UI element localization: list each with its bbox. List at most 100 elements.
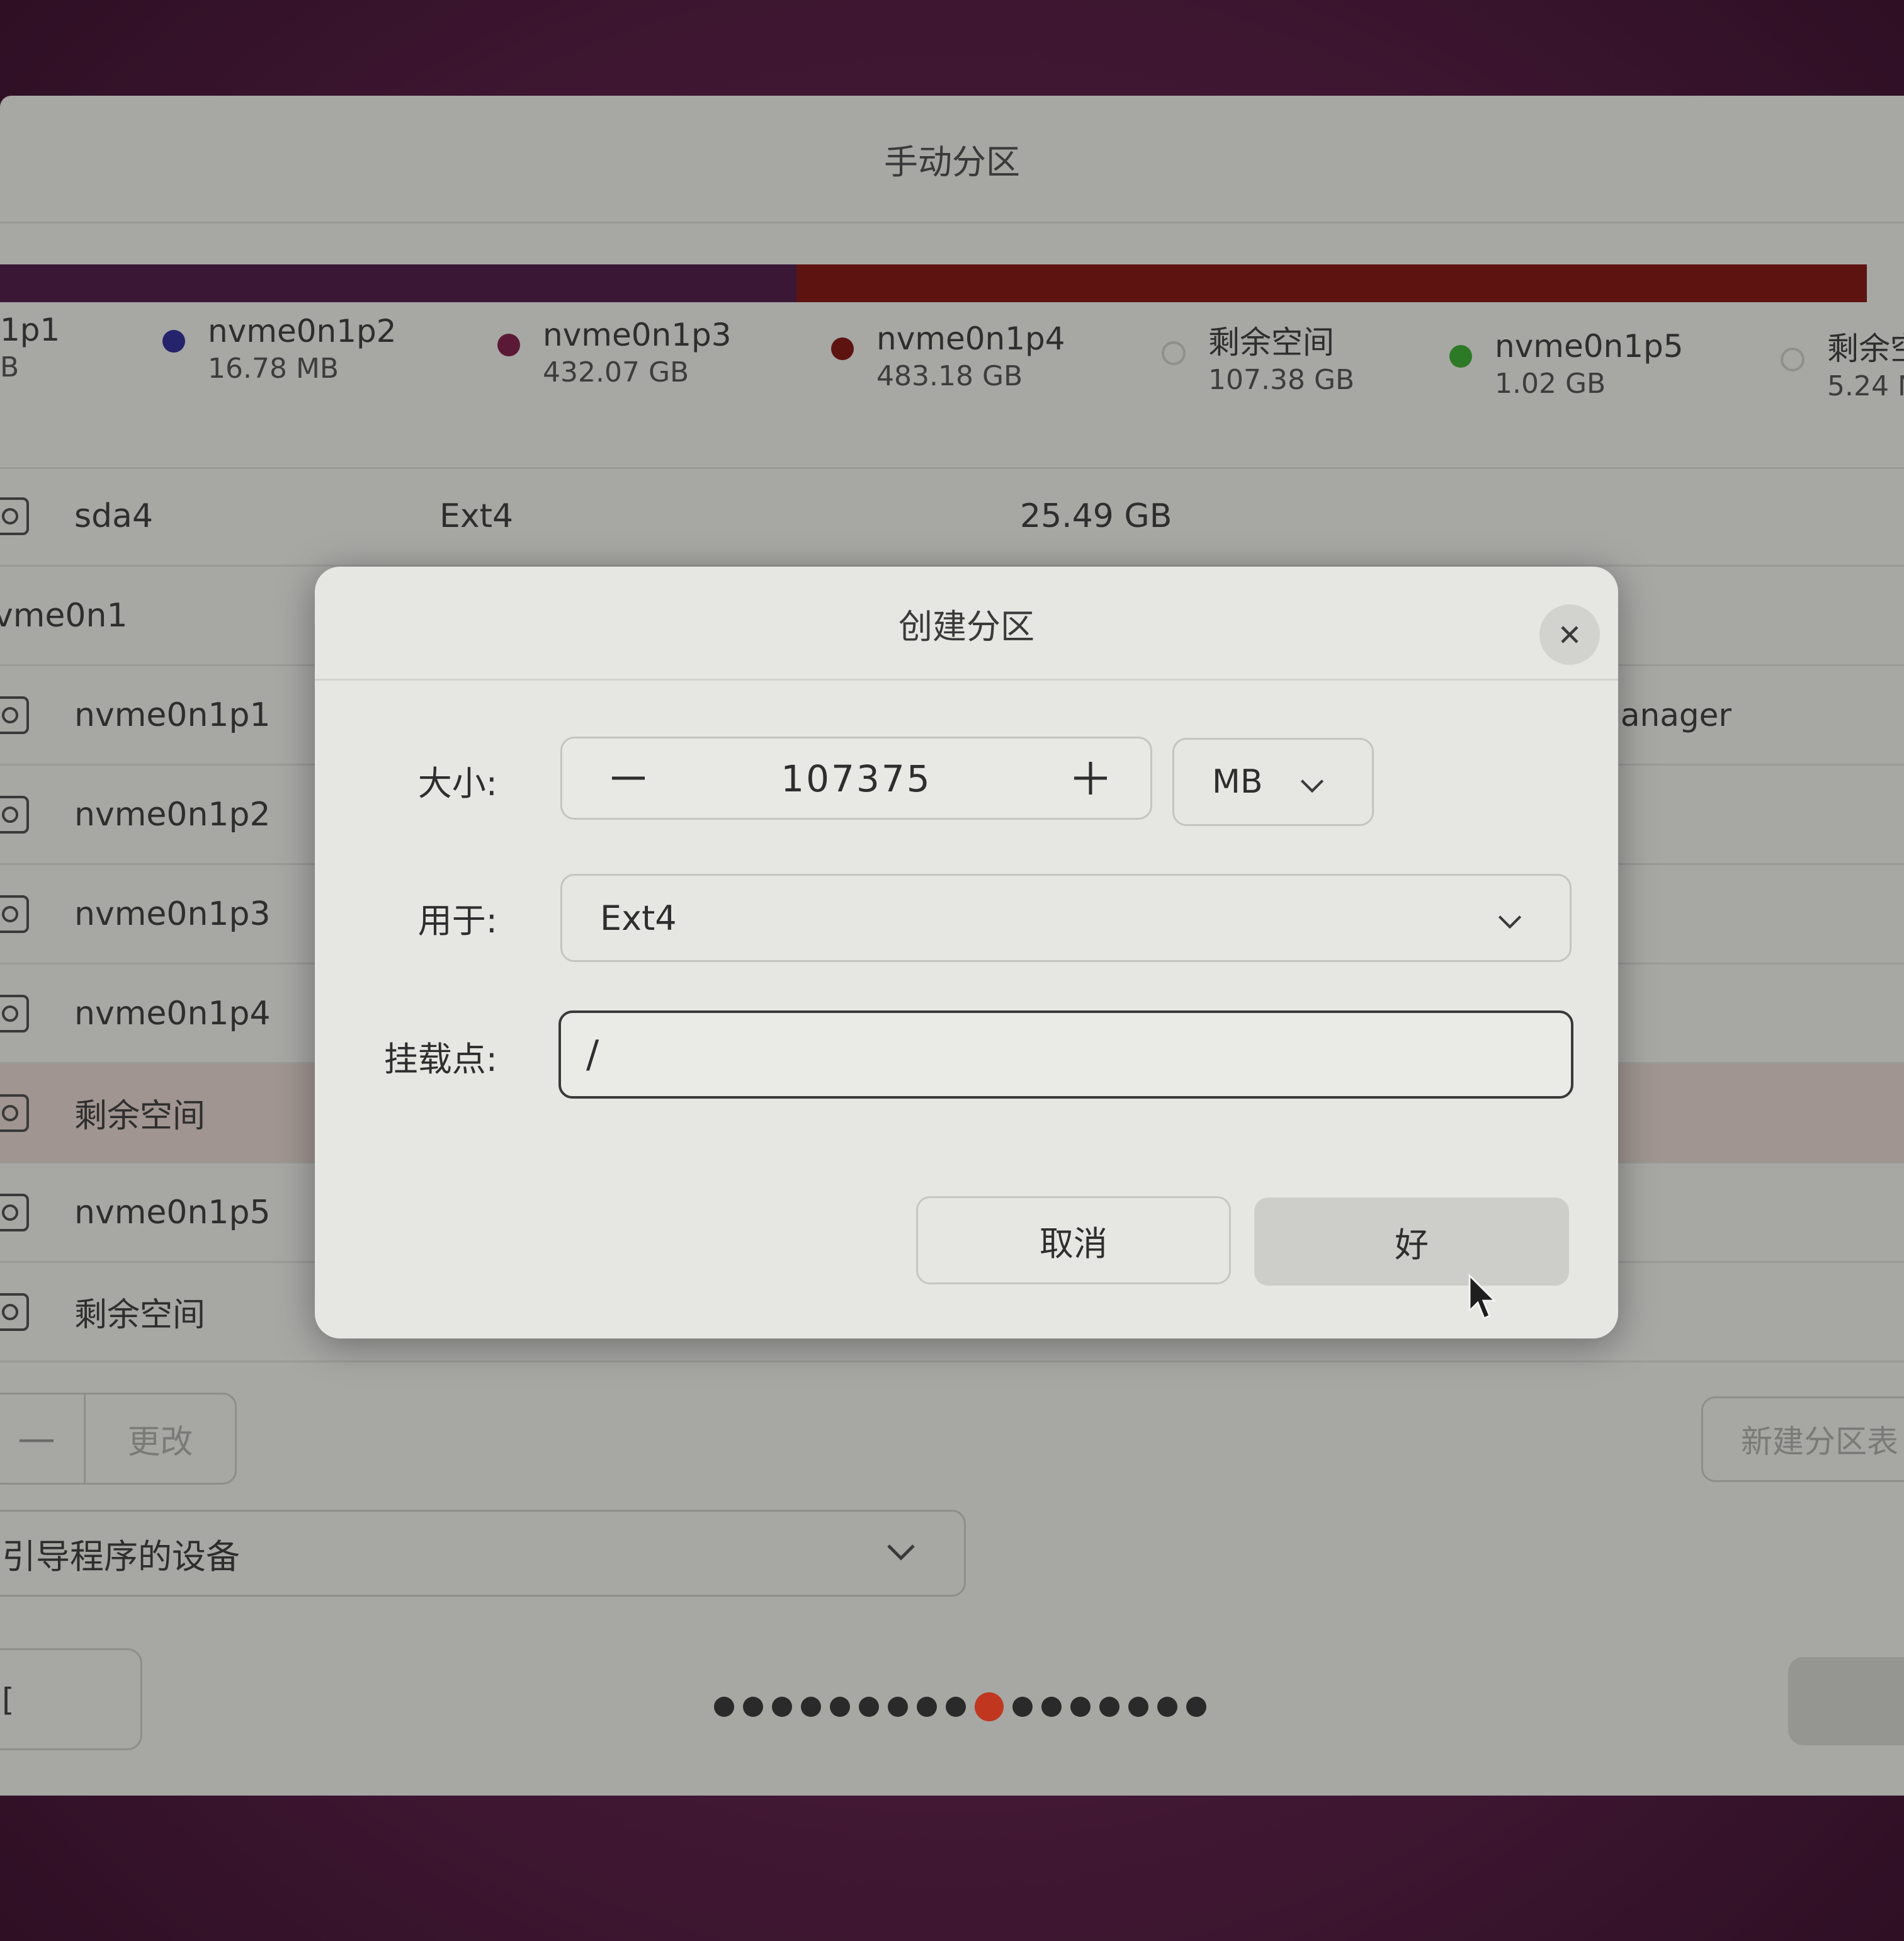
window-title: 手动分区 [884,142,1020,182]
disk-icon [0,795,29,834]
legend-dot [831,337,854,360]
partition-name: 剩余空间 [74,1097,206,1135]
chevron-down-icon [887,1544,915,1561]
usage-bar-segment-p4 [796,264,1867,302]
size-label: 大小: [417,764,497,803]
disk-icon [0,497,29,535]
progress-dot [888,1697,908,1717]
usage-bar-free-end [1867,264,1904,302]
progress-dot [801,1697,821,1717]
legend-name: nvme0n1p3 [543,317,732,353]
progress-dot [772,1697,792,1717]
remove-partition-button[interactable]: — [0,1395,86,1483]
legend-item: 剩余空 5.24 M [1781,329,1904,404]
legend-size: 16.78 MB [208,353,339,385]
mouse-cursor-icon [1468,1273,1497,1320]
back-button[interactable]: [ [0,1648,142,1750]
size-unit-value: MB [1212,763,1263,801]
legend-size: 432.07 GB [543,356,689,388]
progress-dot-active [975,1692,1004,1721]
chevron-down-icon [1498,915,1522,929]
boot-device-label: 引导程序的设备 [2,1536,240,1576]
legend-dot [1449,345,1472,368]
legend-item: nvme0n1p4 483.18 GB [831,319,1065,394]
progress-dot [1070,1697,1091,1717]
disk-icon [0,696,29,734]
boot-device-select[interactable]: 引导程序的设备 [0,1510,966,1597]
progress-dot [1041,1697,1062,1717]
partition-name: nvme0n1p5 [74,1193,271,1231]
disk-icon [0,895,29,933]
progress-dot [714,1697,734,1717]
use-as-label: 用于: [417,901,497,941]
partition-name: 剩余空间 [74,1296,206,1334]
partition-fs: Ext4 [439,497,514,535]
legend-dot-hollow [1162,341,1186,365]
close-button[interactable] [1539,604,1600,665]
legend-size: B [0,351,20,383]
progress-dot [830,1697,850,1717]
partition-action-group: — 更改 [0,1393,237,1485]
disk-icon [0,1094,29,1132]
partition-name: sda4 [74,497,154,535]
partition-name: nvme0n1p2 [74,795,271,834]
partition-size: 25.49 GB [1020,497,1172,535]
plus-icon [1074,762,1107,795]
mount-point-label: 挂载点: [383,1039,497,1079]
progress-dot [1012,1697,1033,1717]
device-name: vme0n1 [0,596,128,635]
legend-size: 1.02 GB [1495,368,1606,400]
progress-dot [1157,1697,1177,1717]
title-divider [0,222,1904,224]
size-stepper[interactable]: 107375 [560,737,1152,820]
create-partition-dialog: 创建分区 大小: 107375 MB 用于: Ext4 挂载点: / 取消 好 [315,567,1618,1338]
mount-point-input[interactable] [558,1010,1573,1099]
filesystem-value: Ext4 [600,898,677,938]
increase-button[interactable] [1062,750,1119,806]
dialog-title: 创建分区 [898,606,1034,647]
disk-icon [0,1193,29,1231]
progress-dots [714,1691,1206,1723]
ok-button[interactable]: 好 [1254,1197,1569,1286]
progress-dot [946,1697,966,1717]
dialog-divider [315,679,1618,681]
table-row[interactable]: sda4 Ext4 25.49 GB [0,467,1904,567]
partition-name: nvme0n1p3 [74,895,271,933]
legend-item: 1p1 B [0,310,60,385]
legend-name: nvme0n1p5 [1495,328,1684,365]
legend-item: 剩余空间 107.38 GB [1162,322,1354,398]
legend-size: 5.24 M [1827,370,1904,402]
disk-icon [0,994,29,1033]
partition-name: nvme0n1p4 [74,994,271,1033]
legend-name: 1p1 [0,312,60,348]
change-partition-button[interactable]: 更改 [86,1395,235,1483]
partition-extra: lanager [1612,696,1731,733]
legend-item: nvme0n1p3 432.07 GB [497,315,732,390]
partition-legend: 1p1 B nvme0n1p2 16.78 MB nvme0n1p3 432.0… [0,310,1904,436]
size-unit-select[interactable]: MB [1172,738,1374,826]
progress-dot [743,1697,763,1717]
legend-item: nvme0n1p5 1.02 GB [1449,326,1684,402]
legend-size: 107.38 GB [1208,364,1355,396]
legend-dot-hollow [1781,348,1805,371]
progress-dot [1186,1697,1206,1717]
legend-name: nvme0n1p4 [876,320,1065,357]
legend-name: nvme0n1p2 [208,313,397,349]
legend-dot [497,334,520,356]
next-button[interactable] [1788,1657,1904,1745]
back-button-label: [ [2,1682,14,1718]
disk-usage-bar [0,264,1867,302]
new-partition-table-button[interactable]: 新建分区表 [1701,1396,1904,1482]
close-icon [1561,626,1578,643]
progress-dot [1099,1697,1119,1717]
partition-name: nvme0n1p1 [74,696,271,734]
legend-size: 483.18 GB [876,360,1023,392]
filesystem-select[interactable]: Ext4 [560,874,1572,962]
progress-dot [1128,1697,1148,1717]
legend-name: 剩余空 [1827,331,1904,367]
disk-icon [0,1293,29,1331]
cancel-button[interactable]: 取消 [916,1196,1231,1284]
legend-dot [162,330,185,353]
progress-dot [859,1697,879,1717]
legend-name: 剩余空间 [1208,324,1334,361]
